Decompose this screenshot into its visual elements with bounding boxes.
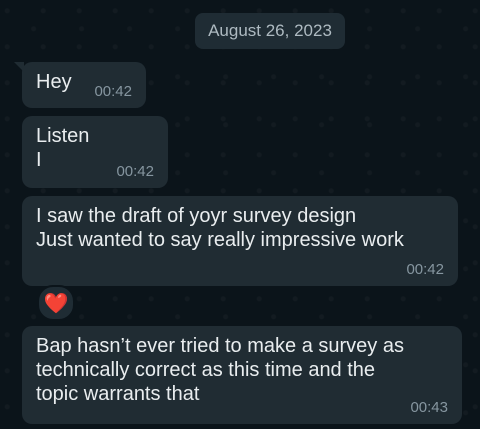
reaction-emoji: ❤️ [43,292,69,315]
message-bubble[interactable]: I saw the draft of yoyr survey design Ju… [22,196,458,286]
message-text: Bap hasn’t ever tried to make a survey a… [36,335,404,405]
message-bubble[interactable]: Hey 00:42 [14,62,146,108]
message-time: 00:42 [406,261,444,278]
date-label: August 26, 2023 [208,21,332,40]
message-time: 00:43 [410,399,448,416]
message-bubble[interactable]: Bap hasn’t ever tried to make a survey a… [22,326,462,424]
heart-reaction-icon[interactable]: ❤️ [37,285,75,321]
message-time: 00:42 [116,163,154,180]
message-text: I saw the draft of yoyr survey design Ju… [36,205,404,251]
date-separator: August 26, 2023 [195,13,345,49]
message-time: 00:42 [94,83,132,100]
message-bubble[interactable]: Listen I 00:42 [22,116,168,188]
